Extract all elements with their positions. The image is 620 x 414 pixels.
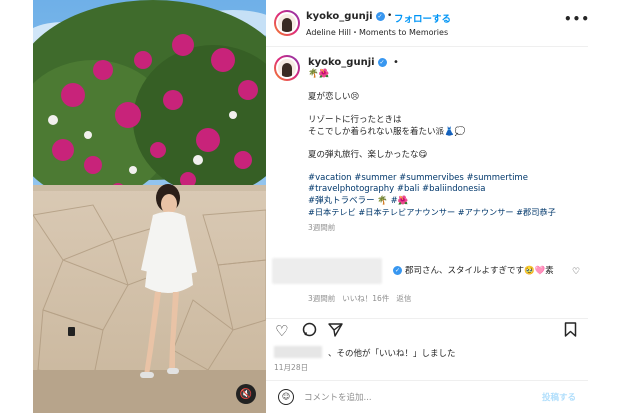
caption-line: 夏の弾丸旅行、楽しかったな😋 xyxy=(308,149,428,160)
caption-time[interactable]: 3週間前 xyxy=(308,222,578,234)
header-username-text[interactable]: kyoko_gunji xyxy=(306,11,373,22)
comment-input[interactable]: コメントを追加... xyxy=(304,391,372,403)
comment-text-content: 郡司さん、スタイルよすぎです🥹🩷素 xyxy=(405,266,554,276)
verified-icon: ✓ xyxy=(375,11,385,21)
header-username[interactable]: kyoko_gunji ✓ xyxy=(306,11,385,22)
comment-likes[interactable]: いいね！16件 xyxy=(342,294,389,303)
likes-summary[interactable]: 、その他が「いいね！」しました xyxy=(328,347,456,359)
caption-avatar[interactable] xyxy=(274,55,300,81)
post-photo-image xyxy=(33,0,266,413)
verified-icon: ✓ xyxy=(393,266,402,275)
comment-author-redacted xyxy=(272,258,382,284)
sound-off-icon[interactable]: 🔇 xyxy=(236,384,256,404)
emoji-icon[interactable]: ☺ xyxy=(278,389,294,405)
post-date[interactable]: 11月28日 xyxy=(274,362,308,373)
post-details-panel: kyoko_gunji ✓ • フォローする Adeline Hill・Momen… xyxy=(266,0,590,414)
caption-username-text[interactable]: kyoko_gunji xyxy=(308,57,375,68)
action-bar: ♡ xyxy=(266,318,588,343)
photo-tag-indicator xyxy=(68,327,75,336)
liker-redacted xyxy=(274,346,322,358)
comment-meta: 3週間前 いいね！16件 返信 xyxy=(308,293,418,304)
header-separator: • xyxy=(387,11,393,21)
header-subtitle[interactable]: Adeline Hill・Moments to Memories xyxy=(306,27,448,38)
verified-icon: ✓ xyxy=(377,57,387,67)
caption-line xyxy=(308,104,578,116)
caption-line xyxy=(308,138,578,150)
comment-reply-button[interactable]: 返信 xyxy=(396,294,411,303)
hashtag-line[interactable]: #日本テレビ #日本テレビアナウンサー #アナウンサー #郡司恭子 xyxy=(308,207,578,219)
caption-line: リゾートに行ったときは xyxy=(308,115,402,125)
comment-icon[interactable] xyxy=(302,322,317,341)
caption-dot: • xyxy=(393,57,399,68)
heart-icon[interactable]: ♡ xyxy=(275,322,288,340)
follow-button[interactable]: フォローする xyxy=(394,11,451,25)
caption-line: 夏が恋しい😣 xyxy=(308,92,360,102)
caption-emoji-line: 🌴🌺 xyxy=(308,69,330,79)
hashtag-line[interactable]: #vacation #summer #summervibes #summerti… xyxy=(308,173,578,185)
share-icon[interactable] xyxy=(328,322,343,341)
caption-line xyxy=(308,161,578,173)
comment-input-bar: ☺ コメントを追加... 投稿する xyxy=(266,380,588,414)
bookmark-icon[interactable] xyxy=(564,322,577,341)
caption-line: そこでしか着られない服を着たい派👗💭 xyxy=(308,126,466,137)
more-options-icon[interactable]: ••• xyxy=(564,12,590,26)
comment-time[interactable]: 3週間前 xyxy=(308,294,335,303)
caption-body: 夏が恋しい😣 リゾートに行ったときは そこでしか着られない服を着たい派👗💭 夏の… xyxy=(308,92,578,233)
comment-like-heart-icon[interactable]: ♡ xyxy=(572,267,580,277)
comment-text: ✓ 郡司さん、スタイルよすぎです🥹🩷素 xyxy=(393,264,554,276)
avatar[interactable] xyxy=(274,10,300,36)
instagram-post: 🔇 kyoko_gunji ✓ • フォローする Adeline Hill・Mom… xyxy=(0,0,620,413)
hashtag-line[interactable]: #travelphotography #bali #baliindonesia xyxy=(308,184,578,196)
post-photo[interactable] xyxy=(33,0,266,413)
hashtag-line[interactable]: #弾丸トラベラー 🌴 #🌺 xyxy=(308,196,578,208)
caption-username[interactable]: kyoko_gunji ✓ • xyxy=(308,57,399,68)
post-comment-button[interactable]: 投稿する xyxy=(542,391,576,403)
post-header: kyoko_gunji ✓ • フォローする Adeline Hill・Momen… xyxy=(266,0,590,47)
